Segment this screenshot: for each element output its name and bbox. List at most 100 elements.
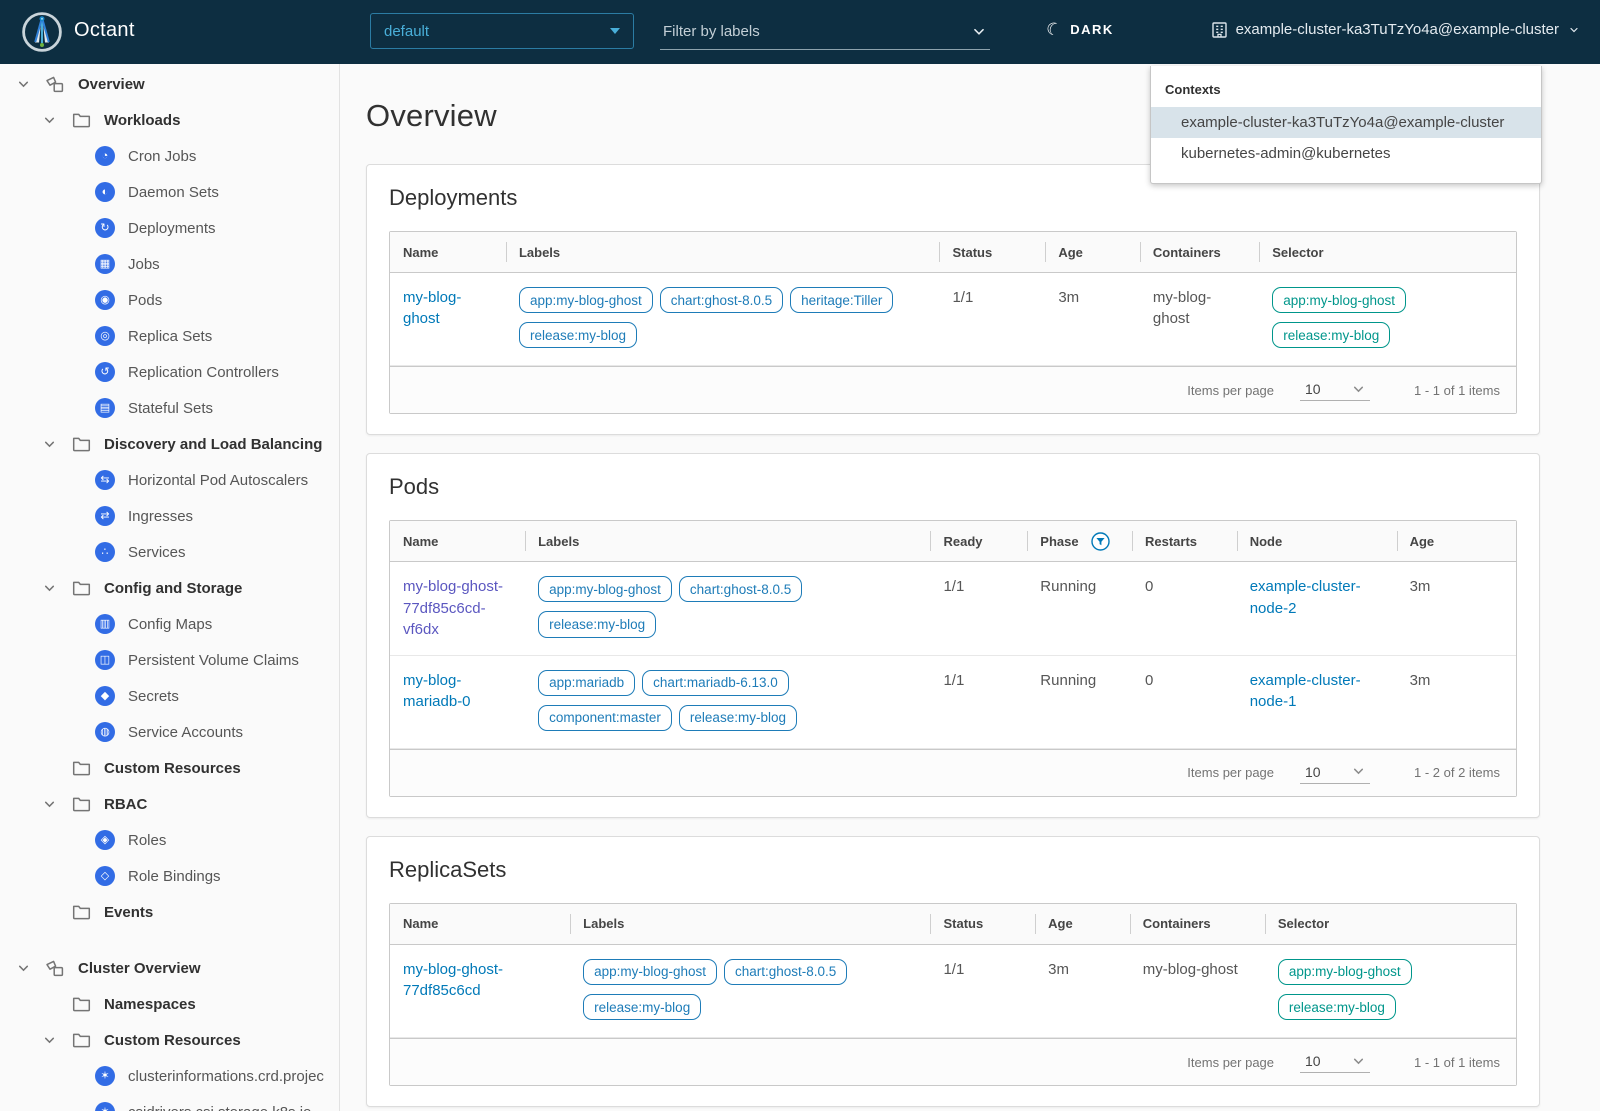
chevron-down-icon <box>44 585 54 591</box>
sidebar-item-replication-controllers[interactable]: ↺ Replication Controllers <box>0 354 339 390</box>
sidebar-item-deployments[interactable]: ↻ Deployments <box>0 210 339 246</box>
table-cell: 0 <box>1132 670 1237 740</box>
cron-jobs-icon: ◔ <box>95 146 115 166</box>
page-size-select[interactable]: 10 <box>1300 1051 1371 1074</box>
resource-link[interactable]: my-blog-ghost-77df85c6cd <box>403 961 503 999</box>
table-cell: app:mariadb chart:mariadb-6.13.0 component… <box>525 669 930 740</box>
clusterinformations-crd-projec-icon: ✶ <box>95 1066 115 1086</box>
chevron-down-icon[interactable] <box>972 25 986 39</box>
sidebar-item-discovery-and-load-balancing[interactable]: Discovery and Load Balancing <box>0 426 339 462</box>
context-option-selected[interactable]: example-cluster-ka3TuTzYo4a@example-clus… <box>1151 107 1541 138</box>
table-row: my-blog-ghost-77df85c6cd-vf6dx app:my-blo… <box>390 562 1516 656</box>
resource-link[interactable]: my-blog-ghost <box>403 289 461 327</box>
sidebar-item-ingresses[interactable]: ⇄ Ingresses <box>0 498 339 534</box>
folder-icon <box>72 905 90 920</box>
label-tag: release:my-blog <box>678 704 797 731</box>
replica-sets-icon: ◎ <box>95 326 115 346</box>
label-tag: app:mariadb <box>538 669 636 696</box>
sidebar-item-label: Persistent Volume Claims <box>128 651 299 669</box>
sidebar-item-config-maps[interactable]: ▥ Config Maps <box>0 606 339 642</box>
namespace-select[interactable]: default <box>370 13 634 49</box>
sidebar-item-cron-jobs[interactable]: ◔ Cron Jobs <box>0 138 339 174</box>
sidebar-item-jobs[interactable]: ▦ Jobs <box>0 246 339 282</box>
sidebar-item-overview[interactable]: Overview <box>0 66 339 102</box>
context-selector[interactable]: example-cluster-ka3TuTzYo4a@example-clus… <box>1211 21 1580 38</box>
page-size-select[interactable]: 10 <box>1300 379 1371 402</box>
sidebar-item-horizontal-pod-autoscalers[interactable]: ⇆ Horizontal Pod Autoscalers <box>0 462 339 498</box>
sidebar-item-clusterinformations-crd-projec[interactable]: ✶ clusterinformations.crd.projec <box>0 1058 339 1094</box>
sidebar-item-custom-resources[interactable]: Custom Resources <box>0 750 339 786</box>
sidebar-item-label: Custom Resources <box>104 1031 241 1049</box>
sidebar-item-role-bindings[interactable]: ◇ Role Bindings <box>0 858 339 894</box>
sidebar-item-services[interactable]: ∴ Services <box>0 534 339 570</box>
namespace-value: default <box>384 22 430 40</box>
page-size-select[interactable]: 10 <box>1300 762 1371 784</box>
table-cell: my-blog-ghost-77df85c6cd <box>390 959 570 1029</box>
cell-text: my-blog-ghost <box>1142 960 1238 978</box>
folder-icon <box>72 761 90 776</box>
sidebar-item-roles[interactable]: ◈ Roles <box>0 822 339 858</box>
contexts-dropdown: Contexts example-cluster-ka3TuTzYo4a@exa… <box>1150 66 1542 184</box>
sidebar-item-config-and-storage[interactable]: Config and Storage <box>0 570 339 606</box>
table-header-row: Name Labels Status Age Containers Selector <box>390 903 1516 945</box>
resource-link[interactable]: example-cluster-node-1 <box>1250 672 1361 710</box>
column-header-containers: Containers <box>1129 904 1265 944</box>
column-header-selector: Selector <box>1259 232 1516 272</box>
app-title: Octant <box>74 19 135 41</box>
card-deployments: Deployments Name Labels Status Age Containers… <box>366 164 1540 436</box>
table-cell: 3m <box>1397 576 1516 646</box>
replicasets-table: Name Labels Status Age Containers Selector my-… <box>389 902 1517 1087</box>
sidebar-item-daemon-sets[interactable]: ◐ Daemon Sets <box>0 174 339 210</box>
column-header-labels: Labels <box>505 232 940 272</box>
resource-link[interactable]: my-blog-ghost-77df85c6cd-vf6dx <box>403 578 503 638</box>
table-cell: Running <box>1027 670 1132 740</box>
csidrivers-csi-storage-k8s-io-icon: ✶ <box>95 1102 115 1111</box>
persistent-volume-claims-icon: ◫ <box>95 650 115 670</box>
card-title-replicasets: ReplicaSets <box>389 856 507 882</box>
cell-text: 0 <box>1145 671 1154 689</box>
sidebar-item-replica-sets[interactable]: ◎ Replica Sets <box>0 318 339 354</box>
sidebar-item-label: Horizontal Pod Autoscalers <box>128 471 309 489</box>
sidebar-item-stateful-sets[interactable]: ▤ Stateful Sets <box>0 390 339 426</box>
sidebar-item-workloads[interactable]: Workloads <box>0 102 339 138</box>
sidebar-item-rbac[interactable]: RBAC <box>0 786 339 822</box>
pods-table: Name Labels Ready Phase Restarts Node Age my-bl… <box>389 520 1517 797</box>
sidebar-item-label: Role Bindings <box>128 867 221 885</box>
label-tag: release:my-blog <box>518 322 638 349</box>
context-option[interactable]: kubernetes-admin@kubernetes <box>1151 138 1541 169</box>
objects-icon <box>46 76 64 92</box>
sidebar-item-csidrivers-csi-storage-k8s-io[interactable]: ✶ csidrivers.csi.storage.k8s.io <box>0 1094 339 1111</box>
sidebar-item-label: Workloads <box>104 111 181 129</box>
sidebar-item-cluster-overview[interactable]: Cluster Overview <box>0 950 339 986</box>
items-per-page-label: Items per page <box>1187 1054 1275 1070</box>
label-filter-input[interactable]: Filter by labels <box>660 14 990 50</box>
cell-text: 1/1 <box>943 960 965 978</box>
table-cell: app:my-blog-ghost release:my-blog <box>1259 287 1516 357</box>
pods-icon: ◉ <box>95 290 115 310</box>
table-header-row: Name Labels Status Age Containers Selector <box>390 232 1516 273</box>
sidebar-item-service-accounts[interactable]: ◍ Service Accounts <box>0 714 339 750</box>
resource-link[interactable]: my-blog-mariadb-0 <box>403 672 471 710</box>
column-header-labels: Labels <box>570 904 930 944</box>
sidebar-item-secrets[interactable]: ◆ Secrets <box>0 678 339 714</box>
column-header-phase: Phase <box>1027 521 1132 561</box>
theme-toggle[interactable]: ☾ DARK <box>1043 18 1114 41</box>
chevron-down-icon <box>44 441 54 447</box>
column-header-status: Status <box>930 904 1035 944</box>
table-row: my-blog-mariadb-0 app:mariadb chart:mariad… <box>390 655 1516 749</box>
sidebar-item-custom-resources[interactable]: Custom Resources <box>0 1022 339 1058</box>
ingresses-icon: ⇄ <box>95 506 115 526</box>
objects-icon <box>46 960 64 976</box>
resource-link[interactable]: example-cluster-node-2 <box>1250 578 1361 616</box>
sidebar-item-pods[interactable]: ◉ Pods <box>0 282 339 318</box>
theme-toggle-label: DARK <box>1070 22 1114 37</box>
folder-icon <box>72 437 90 452</box>
sidebar-item-events[interactable]: Events <box>0 894 339 930</box>
replication-controllers-icon: ↺ <box>95 362 115 382</box>
pagination: Items per page 10 1 - 1 of 1 items <box>390 1038 1516 1086</box>
selector-tag: release:my-blog <box>1277 994 1396 1021</box>
phase-filter-icon[interactable] <box>1090 532 1110 551</box>
sidebar-item-persistent-volume-claims[interactable]: ◫ Persistent Volume Claims <box>0 642 339 678</box>
sidebar-item-namespaces[interactable]: Namespaces <box>0 986 339 1022</box>
sidebar-item-label: Roles <box>128 831 167 849</box>
